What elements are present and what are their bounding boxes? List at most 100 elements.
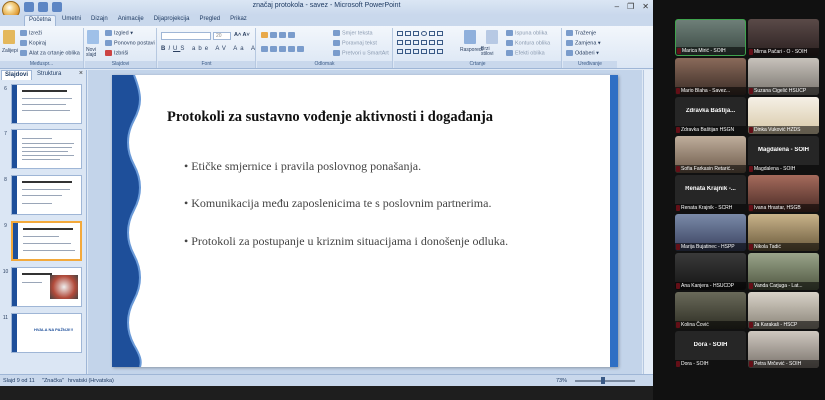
participant-tile[interactable]: Marica Mirić - SOIH	[675, 19, 746, 56]
slide-thumbnail-row[interactable]: 6	[1, 84, 84, 126]
text-direction-button[interactable]: Smjer teksta	[333, 30, 373, 36]
slides-panel: Slajdovi Struktura × 6 7 8 9 10 11 HVALA…	[0, 70, 87, 374]
new-slide-button[interactable]	[87, 30, 101, 44]
font-name-field[interactable]	[161, 32, 211, 40]
columns-icon	[297, 46, 304, 52]
paragraph-group: Smjer teksta Poravnaj tekst Pretvori u S…	[257, 28, 393, 68]
slide-thumbnail-row[interactable]: 8	[1, 175, 84, 217]
cut-button[interactable]: Izreži	[20, 30, 42, 36]
participant-tile[interactable]: Magdalena - SOIH Magdalena - SOIH	[748, 136, 819, 173]
font-size-field[interactable]: 20	[213, 32, 231, 40]
participant-tile[interactable]: Dinka Vuković HZDS	[748, 97, 819, 134]
slide-title[interactable]: Protokoli za sustavno vođenje aktivnosti…	[167, 109, 493, 126]
tab-review[interactable]: Pregled	[195, 15, 224, 26]
slide-thumbnail-row[interactable]: 7	[1, 129, 84, 171]
align-right-icon	[279, 46, 286, 52]
participant-tile[interactable]: Dora - SOIH Dora - SOIH	[675, 331, 746, 368]
layout-button[interactable]: Izgled ▾	[105, 30, 133, 36]
slide-thumbnail[interactable]	[11, 129, 82, 169]
participant-tile[interactable]: Ana Kanjera - HSUCDP	[675, 253, 746, 290]
shape-fill-button[interactable]: Ispuna oblika	[506, 30, 547, 36]
paste-button[interactable]	[3, 30, 17, 44]
select-button[interactable]: Odaberi ▾	[566, 50, 599, 56]
slide-thumbnail-row[interactable]: 9	[1, 221, 84, 263]
shape-effects-button[interactable]: Efekti oblika	[506, 50, 545, 56]
font-format-buttons[interactable]: BIUS abe AV Aa A	[161, 46, 258, 52]
shapes-gallery[interactable]	[396, 31, 444, 38]
current-slide[interactable]: Protokoli za sustavno vođenje aktivnosti…	[112, 75, 618, 367]
slide-thumbnail[interactable]: HVALA NA PAŽNJI!!!	[11, 313, 82, 353]
delete-slide-button[interactable]: Izbriši	[105, 50, 128, 56]
replace-button[interactable]: Zamjena ▾	[566, 40, 601, 46]
vertical-scrollbar[interactable]	[643, 70, 653, 374]
language-indicator[interactable]: hrvatski (Hrvatska)	[68, 378, 114, 384]
participant-tile[interactable]: Suzana Cigelić HSUCP	[748, 58, 819, 95]
tab-design[interactable]: Dizajn	[87, 15, 112, 26]
slide-thumbnail-selected[interactable]	[11, 221, 82, 261]
slide-bullet[interactable]: • Komunikacija među zaposlenicima te s p…	[184, 196, 491, 211]
outline-icon	[506, 40, 513, 46]
slide-thumbnail[interactable]	[11, 175, 82, 215]
quick-styles-button[interactable]	[486, 30, 500, 44]
slide-thumbnail-row[interactable]: 11 HVALA NA PAŽNJI!!!	[1, 313, 84, 355]
slide-bullet[interactable]: • Etičke smjernice i pravila poslovnog p…	[184, 159, 421, 174]
panel-close-button[interactable]: ×	[79, 70, 83, 77]
reset-button[interactable]: Ponovno postavi	[105, 40, 155, 46]
arrange-button[interactable]	[464, 30, 478, 44]
fill-icon	[506, 30, 513, 36]
panel-tabs: Slajdovi Struktura	[0, 70, 86, 80]
participant-tile[interactable]: Vanda Carjuga - Lat...	[748, 253, 819, 290]
layout-icon	[105, 30, 112, 36]
maximize-button[interactable]: ❐	[627, 2, 634, 11]
list-buttons[interactable]	[261, 32, 297, 38]
tab-insert[interactable]: Umetni	[58, 15, 85, 26]
align-buttons[interactable]	[261, 46, 306, 52]
find-icon	[566, 30, 573, 36]
copy-icon	[20, 40, 27, 46]
participant-tile[interactable]: Ja Karakaš - HSCP	[748, 292, 819, 329]
tab-home[interactable]: Početna	[24, 15, 57, 26]
slide-number: 6	[4, 86, 7, 92]
shapes-gallery-row2[interactable]	[396, 40, 444, 47]
slide-bullet[interactable]: • Protokoli za postupanje u kriznim situ…	[184, 234, 508, 249]
slide-number: 7	[4, 131, 7, 137]
grow-font-button[interactable]: A˄ A˅	[234, 32, 250, 38]
align-center-icon	[270, 46, 277, 52]
participant-tile[interactable]: Marija Bujatinec - HSPP	[675, 214, 746, 251]
participant-tile[interactable]: Petra Mrčević - SOIH	[748, 331, 819, 368]
zoom-slider[interactable]	[575, 380, 635, 382]
paragraph-group-label: Odlomak	[257, 61, 392, 68]
tab-view[interactable]: Prikaz	[226, 15, 251, 26]
arrange-icon	[464, 30, 476, 44]
zoom-slider-thumb[interactable]	[601, 377, 605, 384]
brush-icon	[20, 50, 27, 56]
tab-slides[interactable]: Slajdovi	[1, 70, 33, 80]
participant-tile[interactable]: Ivana Hrastar, HSGB	[748, 175, 819, 212]
tab-slideshow[interactable]: Dijaprojekcija	[150, 15, 194, 26]
shape-outline-button[interactable]: Kontura oblika	[506, 40, 550, 46]
align-text-button[interactable]: Poravnaj tekst	[333, 40, 377, 46]
format-painter-button[interactable]: Alat za crtanje oblika	[20, 50, 80, 56]
slide-thumbnail-row[interactable]: 10	[1, 267, 84, 309]
participant-tile[interactable]: Mirna Pačari - O - SOIH	[748, 19, 819, 56]
convert-smartart-button[interactable]: Pretvori u SmartArt	[333, 50, 389, 56]
slide-thumbnail[interactable]	[11, 267, 82, 307]
participant-tile[interactable]: Renata Krajnik -... Renata Krajnik - SCRH	[675, 175, 746, 212]
close-button[interactable]: ✕	[642, 2, 649, 11]
find-button[interactable]: Traženje	[566, 30, 596, 36]
zoom-level[interactable]: 73%	[556, 378, 567, 384]
participant-tile[interactable]: Sofia Farkasin Retarić...	[675, 136, 746, 173]
tab-animations[interactable]: Animacije	[114, 15, 148, 26]
slide-thumbnail[interactable]	[11, 84, 82, 124]
participant-tile[interactable]: Kolina Čović	[675, 292, 746, 329]
participant-tile[interactable]: Zdravka Baštija... Zdravka Baštijan HSGN	[675, 97, 746, 134]
ribbon-tabs: Početna Umetni Dizajn Animacije Dijaproj…	[0, 15, 653, 26]
copy-button[interactable]: Kopiraj	[20, 40, 46, 46]
participant-tile[interactable]: Nikola Tadić	[748, 214, 819, 251]
participant-tile[interactable]: Mario Blaha - Savez...	[675, 58, 746, 95]
minimize-button[interactable]: –	[615, 2, 619, 11]
font-group: 20 A˄ A˅ BIUS abe AV Aa A Font	[158, 28, 256, 68]
tab-outline[interactable]: Struktura	[34, 70, 64, 80]
shapes-gallery-row3[interactable]	[396, 49, 444, 56]
editing-group: Traženje Zamjena ▾ Odaberi ▾ Uređivanje	[563, 28, 617, 68]
